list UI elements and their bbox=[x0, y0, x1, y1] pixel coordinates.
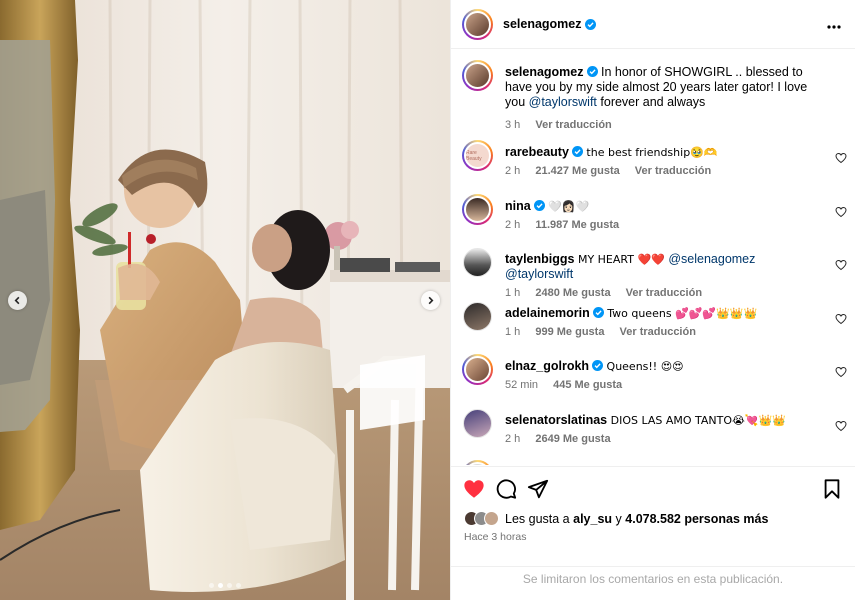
comment-time: 52 min bbox=[505, 379, 539, 391]
see-translation-link[interactable]: Ver traducción bbox=[620, 326, 696, 338]
three-dots-icon bbox=[827, 25, 841, 29]
see-translation-link[interactable]: Ver traducción bbox=[635, 165, 711, 177]
avatar[interactable] bbox=[463, 302, 492, 331]
share-icon[interactable] bbox=[527, 478, 549, 500]
avatar[interactable] bbox=[462, 194, 493, 225]
author-avatar[interactable] bbox=[462, 8, 493, 40]
heart-filled-icon[interactable] bbox=[463, 478, 485, 500]
comment-text: 🤍👩🏻🤍 bbox=[548, 200, 590, 213]
post-photo bbox=[0, 0, 450, 600]
comment-time: 1 h bbox=[505, 326, 521, 338]
carousel-dot-active bbox=[218, 583, 223, 588]
chevron-left-icon bbox=[14, 296, 20, 305]
comment-text: Two queens 💕💕💕👑👑👑 bbox=[607, 307, 758, 320]
avatar[interactable] bbox=[462, 460, 493, 465]
comment-icon[interactable] bbox=[495, 478, 517, 500]
post-side-panel: selenagomez selenagomez In honor of SHOW… bbox=[450, 0, 855, 600]
post-header: selenagomez bbox=[451, 0, 855, 49]
instagram-post: selenagomez selenagomez In honor of SHOW… bbox=[0, 0, 855, 600]
comment-likes[interactable]: 999 Me gusta bbox=[535, 326, 604, 338]
comment-likes[interactable]: 2480 Me gusta bbox=[535, 287, 610, 299]
comment-time: 2 h bbox=[505, 165, 521, 177]
verified-badge-icon bbox=[586, 66, 598, 77]
comment-like-icon[interactable] bbox=[835, 366, 847, 378]
comment-username[interactable]: selenatorslatinas bbox=[505, 413, 607, 427]
liker-avatar bbox=[484, 511, 499, 526]
avatar[interactable] bbox=[462, 354, 493, 385]
verified-badge-icon bbox=[571, 146, 583, 157]
carousel-dot bbox=[209, 583, 214, 588]
verified-badge-icon bbox=[592, 307, 604, 318]
see-translation-link[interactable]: Ver traducción bbox=[535, 119, 611, 131]
comment-like-icon[interactable] bbox=[835, 420, 847, 432]
comment-likes[interactable]: 445 Me gusta bbox=[553, 379, 622, 391]
bookmark-icon[interactable] bbox=[821, 478, 843, 500]
comment-text: DIOS LAS AMO TANTO😭💘👑👑 bbox=[610, 414, 786, 427]
avatar[interactable] bbox=[462, 60, 493, 91]
carousel-indicator bbox=[209, 583, 241, 588]
likes-summary[interactable]: Les gusta a aly_su y 4.078.582 personas … bbox=[464, 511, 768, 526]
comment-text: MY HEART ❤️❤️ bbox=[577, 253, 665, 266]
likes-user[interactable]: aly_su bbox=[573, 512, 612, 526]
avatar[interactable]: Rare Beauty bbox=[462, 140, 493, 171]
comment-time: 1 h bbox=[505, 287, 521, 299]
mention-link[interactable]: @taylorswift bbox=[529, 95, 597, 109]
avatar[interactable] bbox=[463, 248, 492, 277]
carousel-next-button[interactable] bbox=[421, 291, 440, 310]
comment-like-icon[interactable] bbox=[835, 152, 847, 164]
comment-like-icon[interactable] bbox=[835, 259, 847, 271]
author-username[interactable]: selenagomez bbox=[503, 17, 582, 31]
post-timestamp: Hace 3 horas bbox=[464, 531, 527, 543]
carousel-dot bbox=[236, 583, 241, 588]
comments-limited-notice: Se limitaron los comentarios en esta pub… bbox=[451, 566, 855, 600]
caption-username[interactable]: selenagomez bbox=[505, 65, 584, 79]
verified-badge-icon bbox=[533, 200, 545, 211]
carousel-dot bbox=[227, 583, 232, 588]
likes-middle: y bbox=[615, 511, 622, 526]
likes-count[interactable]: 4.078.582 personas más bbox=[625, 512, 768, 526]
comment-text: Queens!! 😍😍 bbox=[606, 360, 684, 373]
see-translation-link[interactable]: Ver traducción bbox=[626, 287, 702, 299]
post-actions: Les gusta a aly_su y 4.078.582 personas … bbox=[451, 466, 855, 600]
comments-list[interactable]: selenagomez In honor of SHOWGIRL .. bles… bbox=[451, 50, 855, 465]
comment-like-icon[interactable] bbox=[835, 206, 847, 218]
comment-likes[interactable]: 2649 Me gusta bbox=[535, 433, 610, 445]
comment-text: the best friendship🥹🫶 bbox=[586, 146, 718, 159]
verified-badge-icon bbox=[592, 360, 604, 371]
comment-username[interactable]: taylenbiggs bbox=[505, 252, 574, 266]
comment-like-icon[interactable] bbox=[835, 313, 847, 325]
verified-badge-icon bbox=[584, 18, 596, 30]
caption-time: 3 h bbox=[505, 119, 521, 131]
comment-likes[interactable]: 21.427 Me gusta bbox=[535, 165, 619, 177]
avatar[interactable] bbox=[463, 409, 492, 438]
chevron-right-icon bbox=[428, 296, 434, 305]
comment-username[interactable]: adelainemorin bbox=[505, 306, 590, 320]
comment-username[interactable]: nina bbox=[505, 199, 531, 213]
comment-time: 2 h bbox=[505, 219, 521, 231]
caption-text-end: forever and always bbox=[600, 95, 706, 109]
comment-username[interactable]: rarebeauty bbox=[505, 145, 569, 159]
comment-username[interactable]: elnaz_golrokh bbox=[505, 359, 589, 373]
more-options-button[interactable] bbox=[827, 16, 841, 34]
carousel-prev-button[interactable] bbox=[8, 291, 27, 310]
likes-prefix: Les gusta a bbox=[505, 511, 570, 526]
post-media[interactable] bbox=[0, 0, 450, 600]
comment-time: 2 h bbox=[505, 433, 521, 445]
comment-likes[interactable]: 11.987 Me gusta bbox=[535, 219, 619, 231]
